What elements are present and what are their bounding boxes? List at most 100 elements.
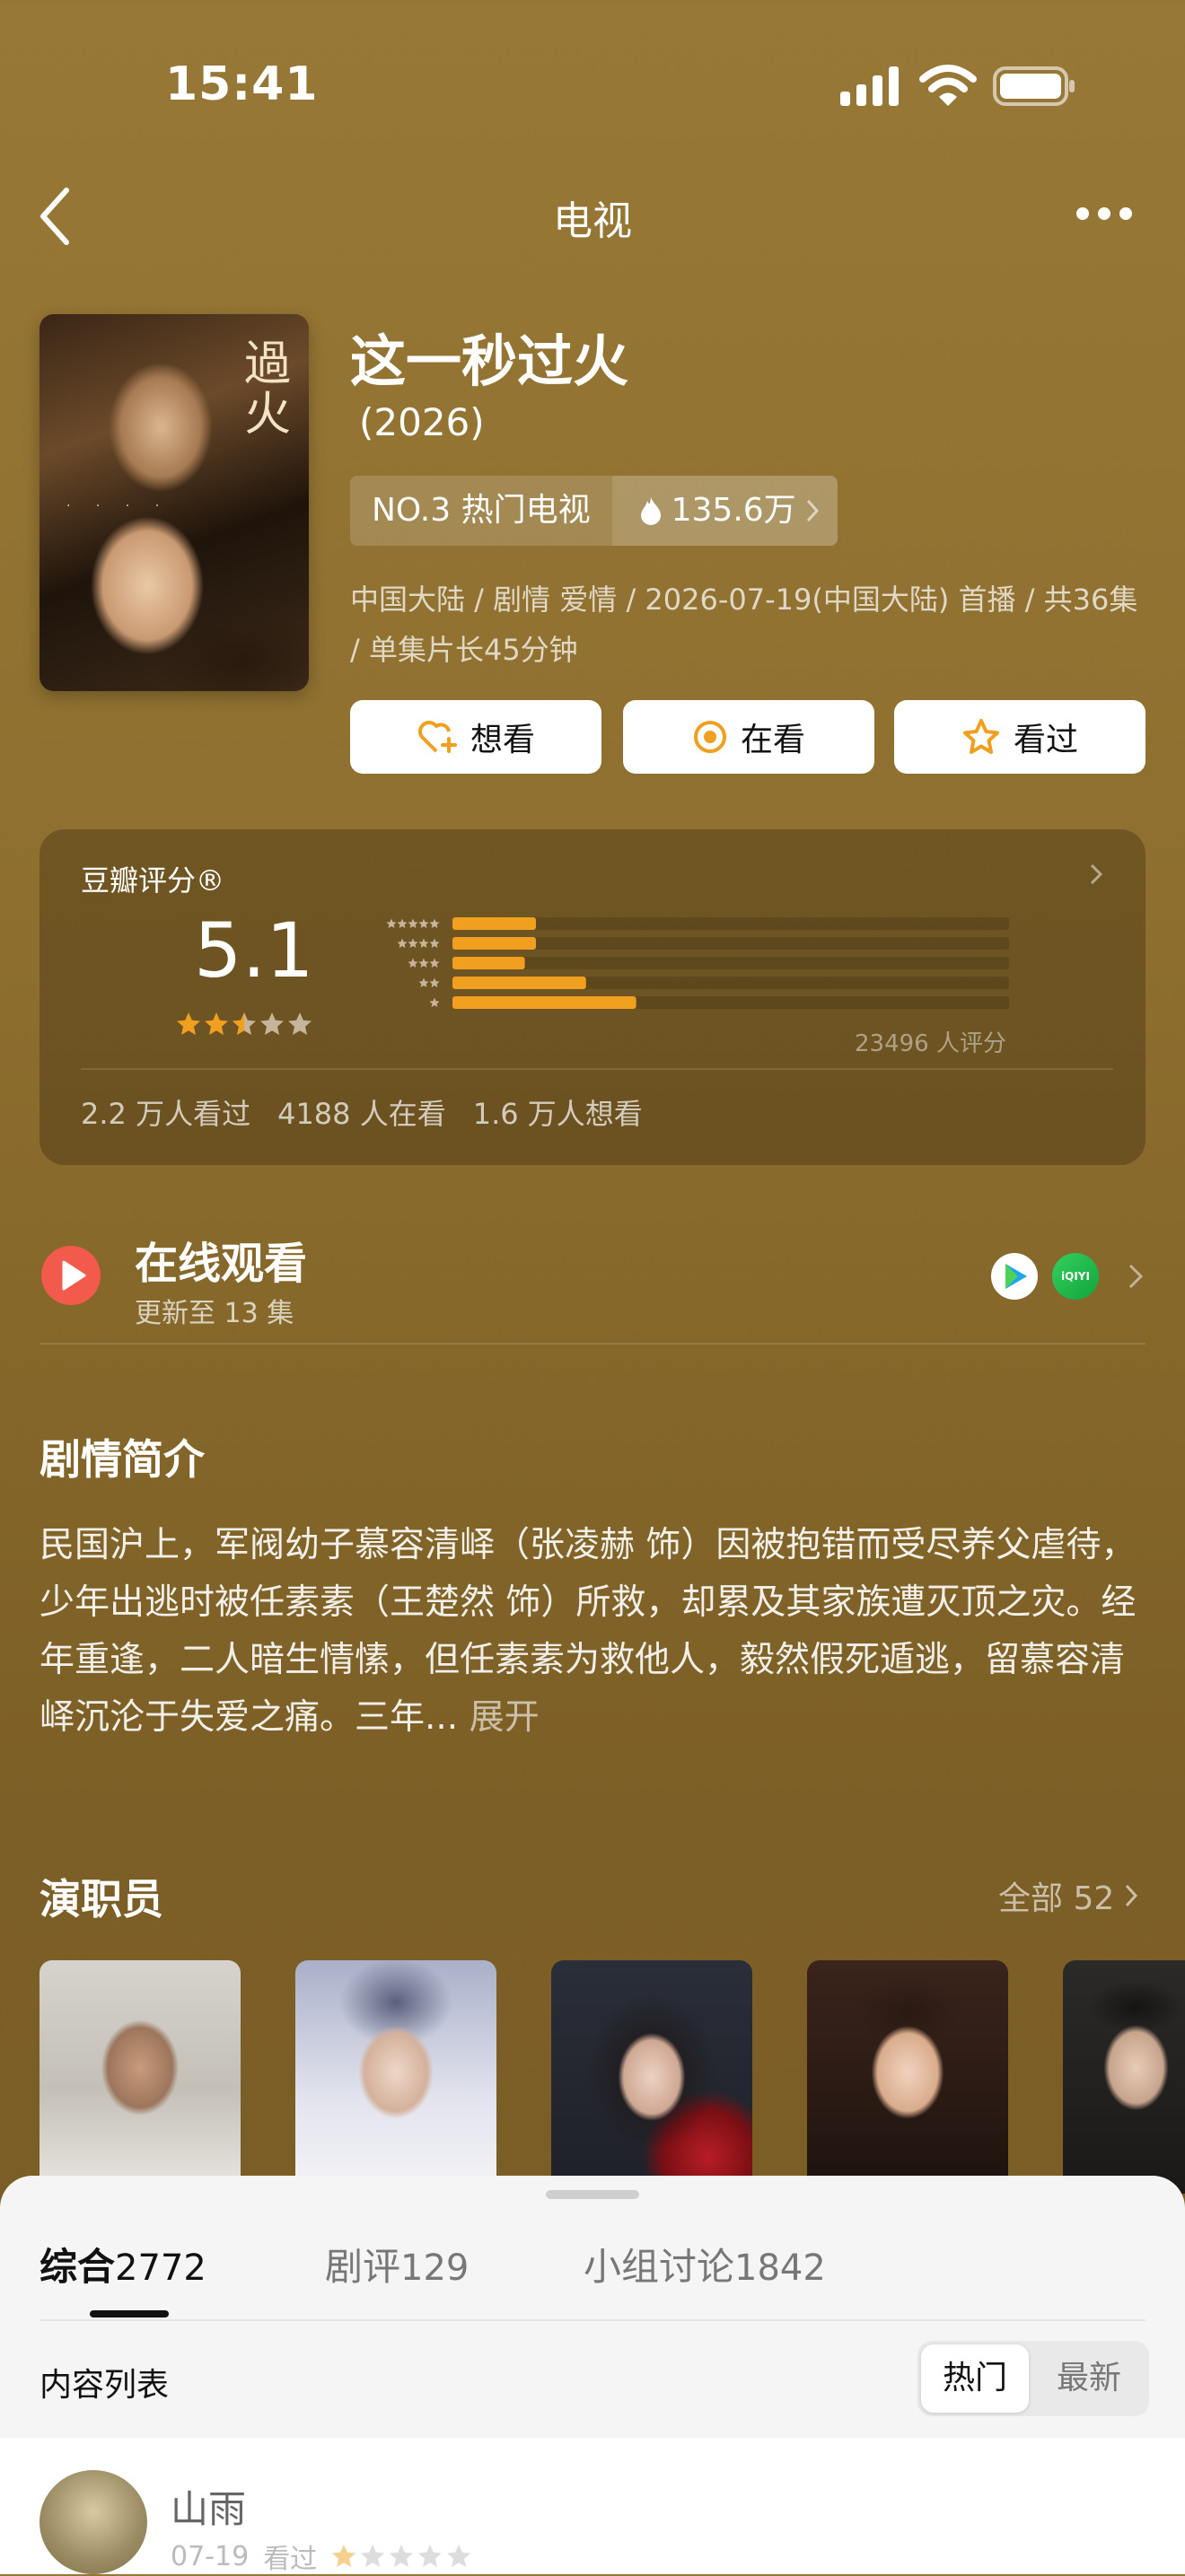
poster-image[interactable]: 過火 · · · · (40, 314, 309, 691)
more-icon[interactable] (1074, 203, 1135, 224)
expand-link[interactable]: 展开 (470, 1697, 540, 1738)
show-title: 这一秒过火 (350, 329, 629, 394)
cast-photo[interactable] (40, 1960, 241, 2194)
tab-overview[interactable]: 综合2772 (40, 2237, 206, 2291)
want-button[interactable]: 想看 (350, 700, 601, 774)
poster-decoration: · · · · (66, 499, 171, 513)
chevron-right-icon (806, 499, 819, 522)
poster-logo-text: 過火 (244, 337, 292, 442)
cast-photo[interactable] (1063, 1960, 1185, 2194)
distribution-star-icon (418, 958, 429, 968)
tab-reviews[interactable]: 剧评129 (325, 2237, 469, 2291)
distribution-star-icon (418, 938, 429, 948)
distribution-star-icon (429, 958, 440, 968)
want-count: 1.6 万人想看 (472, 1097, 643, 1131)
chevron-right-icon[interactable] (1086, 858, 1108, 890)
distribution-star-icon (408, 958, 418, 968)
active-tab-indicator (90, 2310, 169, 2318)
rating-stars-icon (177, 1012, 312, 1035)
review-meta: 07-19 看过 (171, 2537, 475, 2576)
chevron-right-icon[interactable] (1126, 1260, 1146, 1292)
review-stars-icon (332, 2545, 471, 2567)
want-label: 想看 (470, 722, 535, 758)
rank-badge[interactable]: NO.3 热门电视 135.6万 (350, 476, 838, 546)
cast-all-link[interactable]: 全部 52 (998, 1872, 1139, 1919)
watched-count: 2.2 万人看过 (81, 1097, 251, 1131)
distribution-star-icon (408, 918, 418, 928)
distribution-bar-4-star (452, 937, 536, 950)
battery-icon (993, 66, 1075, 106)
divider (81, 1068, 1113, 1070)
cast-title: 演职员 (40, 1875, 163, 1923)
play-icon[interactable] (41, 1246, 101, 1305)
rating-count: 23496 人评分 (855, 1030, 1006, 1057)
watch-online-subtitle: 更新至 13 集 (135, 1298, 294, 1329)
watching-label: 在看 (740, 722, 805, 758)
signal-icon (840, 66, 899, 106)
divider (40, 2319, 1146, 2321)
distribution-star-icon (429, 997, 440, 1007)
distribution-star-icon (418, 977, 429, 987)
tab-count: 2772 (115, 2247, 206, 2289)
sheet-handle[interactable] (546, 2190, 639, 2199)
cast-all-label: 全部 52 (998, 1880, 1115, 1917)
watching-button[interactable]: 在看 (623, 700, 874, 774)
distribution-bar-1-star (452, 996, 636, 1009)
tab-label: 小组讨论 (584, 2245, 735, 2289)
content-list-label: 内容列表 (40, 2367, 170, 2404)
flame-icon (640, 497, 661, 525)
show-meta[interactable]: 中国大陆 / 剧情 爱情 / 2026-07-19(中国大陆) 首播 / 共36… (350, 574, 1140, 675)
tab-count: 1842 (734, 2247, 826, 2289)
watched-button[interactable]: 看过 (894, 700, 1146, 774)
distribution-bar-5-star (452, 917, 536, 930)
star-icon (962, 719, 999, 754)
chevron-right-icon (1126, 1884, 1138, 1907)
status-time: 15:41 (165, 57, 319, 111)
watching-count: 4188 人在看 (277, 1097, 446, 1131)
show-year: (2026) (359, 400, 485, 444)
rank-label: NO.3 热门电视 (372, 492, 591, 529)
tab-group-discussion[interactable]: 小组讨论1842 (584, 2237, 826, 2291)
rating-score: 5.1 (194, 907, 314, 994)
review-status: 看过 (263, 2544, 318, 2575)
synopsis-text[interactable]: 民国沪上，军阀幼子慕容清峄（张凌赫 饰）因被抱错而受尽养父虐待，少年出逃时被任素… (40, 1517, 1153, 1747)
cast-photo[interactable] (807, 1960, 1008, 2194)
synopsis-title: 剧情简介 (40, 1435, 205, 1484)
distribution-star-icon (429, 918, 440, 928)
distribution-star-icon (386, 918, 397, 928)
heat-badge[interactable]: 135.6万 (611, 476, 838, 546)
tab-count: 129 (400, 2247, 470, 2289)
watch-online-title[interactable]: 在线观看 (135, 1228, 307, 1291)
watched-label: 看过 (1013, 722, 1078, 758)
distribution-star-icon (418, 918, 429, 928)
avatar[interactable] (40, 2470, 147, 2574)
tab-label: 综合 (40, 2245, 116, 2289)
watching-icon (693, 721, 726, 753)
distribution-bar-2-star (452, 977, 586, 989)
distribution-star-icon (429, 977, 440, 987)
cast-photo[interactable] (551, 1960, 752, 2194)
page-title: 电视 (553, 198, 632, 244)
cast-photo[interactable] (295, 1960, 496, 2194)
douban-rating-label: 豆瓣评分® (81, 863, 225, 898)
rating-distribution-chart (386, 917, 1009, 1009)
score-stars (176, 1011, 312, 1038)
review-date: 07-19 (171, 2540, 250, 2572)
heart-plus-icon (418, 721, 457, 753)
distribution-bar-3-star (452, 957, 525, 969)
iqiyi-icon[interactable]: iQIYI (1052, 1253, 1099, 1300)
tencent-video-icon[interactable] (991, 1253, 1038, 1300)
distribution-star-icon (429, 938, 440, 948)
heat-value: 135.6万 (671, 492, 796, 529)
review-username[interactable]: 山雨 (171, 2479, 246, 2534)
sort-hot-button[interactable]: 热门 (921, 2344, 1029, 2413)
sort-latest-button[interactable]: 最新 (1032, 2344, 1146, 2413)
wifi-icon (919, 65, 977, 106)
synopsis-body: 民国沪上，军阀幼子慕容清峄（张凌赫 饰）因被抱错而受尽养父虐待，少年出逃时被任素… (40, 1525, 1137, 1738)
distribution-star-icon (408, 938, 418, 948)
distribution-star-icon (397, 938, 408, 948)
distribution-star-icon (397, 918, 408, 928)
distribution-track (452, 957, 1009, 969)
tab-label: 剧评 (325, 2245, 401, 2289)
divider (40, 1343, 1146, 1345)
